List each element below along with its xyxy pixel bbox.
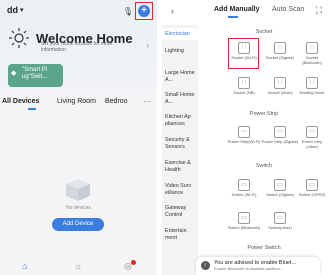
category-electrician[interactable]: Electrician — [162, 28, 198, 40]
tab-bedroom[interactable]: Bedroo — [105, 98, 128, 105]
socket-icon: ∷ — [274, 77, 286, 89]
device-power-strip-zigbee[interactable]: ⋯ Power Strip (Zigbee) — [261, 126, 299, 144]
device-socket-wifi[interactable]: ∷ Socket (Wi-Fi) — [225, 42, 263, 60]
toast-subtitle: Enable Bluetooth to facilitate addition.… — [214, 266, 284, 271]
chevron-down-icon: ▾ — [20, 7, 24, 14]
tab-add-manually[interactable]: Add Manually — [214, 6, 260, 13]
device-switch-gprs[interactable]: ▭ Switch (GPRS) — [297, 179, 327, 197]
more-icon[interactable]: ··· — [143, 97, 151, 106]
switch-icon: ▭ — [274, 179, 286, 191]
category-sidebar: Electrician Lighting Large Home A... Sma… — [162, 25, 198, 275]
home-header: dd ▾ 🎙 + — [7, 2, 153, 21]
tab-auto-scan[interactable]: Auto Scan — [272, 6, 304, 13]
add-device-button[interactable]: Add Device — [52, 218, 104, 231]
device-switch-wifi[interactable]: ▭ Switch (Wi-Fi) — [225, 179, 263, 197]
device-power-strip-wifi[interactable]: ⋯ Power Strip(Wi-Fi) — [225, 126, 263, 144]
device-switch-zigbee[interactable]: ▭ Switch (Zigbee) — [261, 179, 299, 197]
scene-label: "Smart Pl ug"Swit... — [22, 67, 48, 80]
socket-icon: ∷ — [238, 77, 250, 89]
bluetooth-icon: ᛒ — [201, 261, 210, 270]
bluetooth-toast[interactable]: ᛒ You are advised to enable Bluet... Ena… — [196, 257, 320, 275]
section-socket: Socket — [255, 29, 273, 35]
welcome-subtitle: Set your home location for more informat… — [41, 41, 113, 53]
home-tab-icon[interactable]: ⌂ — [22, 261, 27, 271]
section-power-switch: Power Switch — [247, 245, 281, 251]
device-switch-bluetooth[interactable]: ▭ Switch (Bluetooth) — [225, 212, 263, 230]
category-kitchen[interactable]: Kitchen Ap pliances — [162, 114, 198, 127]
section-switch: Switch — [255, 163, 273, 169]
power-strip-icon: ⋯ — [238, 126, 250, 138]
socket-icon: ∷ — [274, 42, 286, 54]
add-device-screen: ‹ Add Manually Auto Scan ⛶ Electrician L… — [162, 0, 328, 275]
category-small-home[interactable]: Small Home A... — [162, 92, 198, 105]
no-devices-text: No devices — [66, 205, 91, 211]
scene-card[interactable]: ◆ "Smart Pl ug"Swit... — [8, 64, 63, 87]
back-arrow-icon[interactable]: ‹ — [171, 6, 174, 16]
highlight-box — [135, 2, 153, 20]
section-power-strip: Power Strip — [249, 111, 279, 117]
profile-tab-icon[interactable]: ◎ — [124, 260, 136, 272]
empty-box-icon — [66, 179, 90, 201]
add-device-header: ‹ Add Manually Auto Scan ⛶ — [162, 5, 328, 18]
home-screen: dd ▾ 🎙 + Welcome Home Set your home loca… — [0, 0, 157, 275]
scene-icon: ◆ — [11, 70, 17, 77]
category-large-home[interactable]: Large Home A... — [162, 70, 198, 83]
switch-icon: ▭ — [306, 179, 318, 191]
voice-assistant-icon[interactable]: 🎙 — [123, 7, 133, 16]
category-gateway[interactable]: Gateway Control — [162, 205, 198, 218]
sun-icon — [9, 28, 29, 48]
device-existing[interactable]: ∷ Existing Devic — [297, 77, 327, 95]
device-switch-other[interactable]: ▭ Switch(other) — [261, 212, 299, 230]
switch-icon: ▭ — [274, 212, 286, 224]
socket-icon: ∷ — [238, 42, 250, 54]
device-socket-nb[interactable]: ∷ Socket (NB) — [225, 77, 263, 95]
tab-underline — [28, 108, 36, 110]
socket-icon: ∷ — [306, 42, 318, 54]
socket-icon: ∷ — [306, 77, 318, 89]
notification-badge — [131, 260, 136, 265]
category-video[interactable]: Video Surv eillance — [162, 183, 198, 196]
device-socket-bluetooth[interactable]: ∷ Socket (Bluetooth) — [297, 42, 327, 65]
bottom-tab-bar: ⌂ ☼ ◎ — [0, 258, 157, 275]
device-power-strip-other[interactable]: ⋯ Power Strip (other) — [297, 126, 327, 149]
device-socket-zigbee[interactable]: ∷ Socket (Zigbee) — [261, 42, 299, 60]
smart-tab-icon[interactable]: ☼ — [74, 261, 82, 271]
category-entertainment[interactable]: Entertain ment — [162, 228, 198, 241]
tab-living-room[interactable]: Living Room — [57, 98, 96, 105]
home-name: dd — [7, 5, 18, 15]
power-strip-icon: ⋯ — [306, 126, 318, 138]
category-lighting[interactable]: Lighting — [162, 48, 198, 55]
scan-icon[interactable]: ⛶ — [316, 5, 322, 16]
category-exercise[interactable]: Exercise & Health — [162, 160, 198, 173]
switch-icon: ▭ — [238, 179, 250, 191]
tab-underline — [228, 16, 238, 18]
tab-all-devices[interactable]: All Devices — [2, 98, 39, 105]
device-socket-other[interactable]: ∷ Socket (other) — [261, 77, 299, 95]
category-security[interactable]: Security & Sensors — [162, 137, 198, 150]
chevron-right-icon: › — [146, 41, 149, 50]
power-strip-icon: ⋯ — [274, 126, 286, 138]
room-tabs: All Devices Living Room Bedroo ··· — [0, 97, 157, 112]
switch-icon: ▭ — [238, 212, 250, 224]
